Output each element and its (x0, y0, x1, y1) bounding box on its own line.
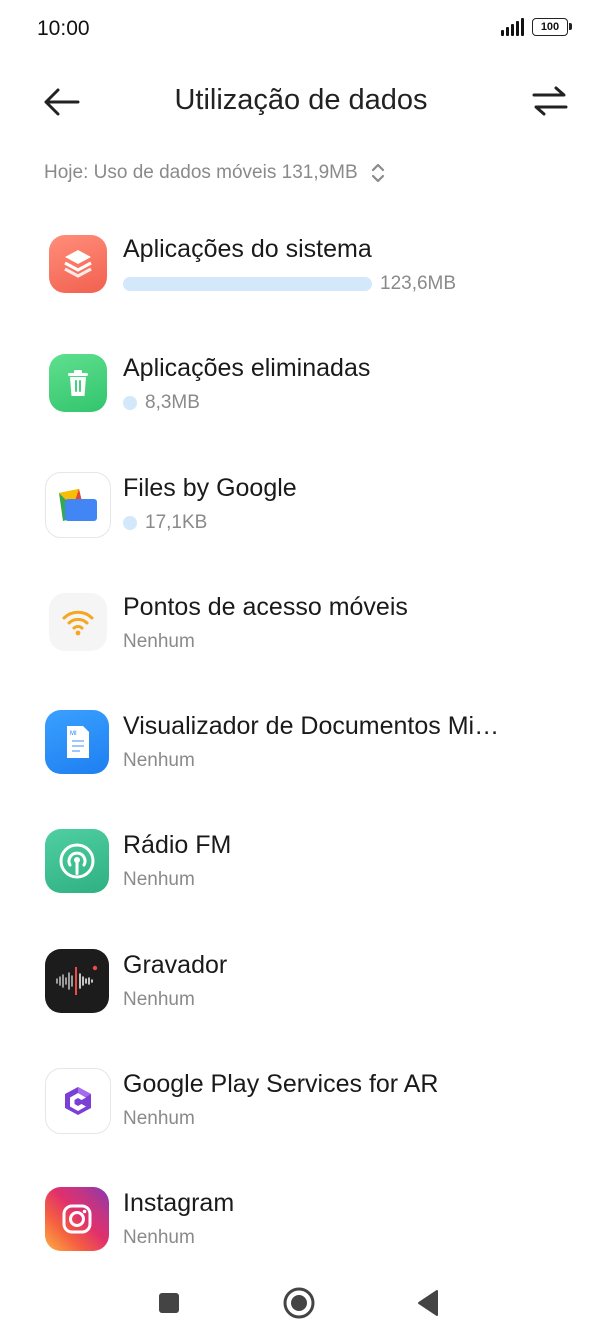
usage-value: 123,6MB (380, 273, 457, 294)
app-usage: Nenhum (123, 869, 195, 891)
fm-radio-icon (45, 829, 109, 894)
recorder-icon (45, 948, 109, 1013)
swap-arrows-icon (532, 86, 568, 116)
battery-icon: 100 (532, 18, 572, 36)
list-item[interactable]: Gravador Nenhum (0, 931, 602, 1050)
page-title: Utilização de dados (174, 84, 428, 116)
navigation-bar (0, 1265, 602, 1335)
usage-value: Nenhum (123, 869, 195, 891)
usage-value: Nenhum (123, 750, 195, 772)
app-name: Aplicações do sistema (123, 235, 372, 263)
usage-value: Nenhum (123, 630, 195, 652)
usage-value: Nenhum (123, 1227, 195, 1249)
app-usage: Nenhum (123, 750, 195, 772)
app-usage: Nenhum (123, 631, 195, 653)
app-usage: Nenhum (123, 989, 195, 1011)
app-name: Aplicações eliminadas (123, 354, 371, 383)
list-item[interactable]: Aplicações do sistema 123,6MB (0, 215, 602, 334)
app-usage: 123,6MB (123, 273, 456, 295)
trash-icon (49, 354, 107, 413)
app-usage: 17,1KB (123, 512, 207, 534)
app-name: Gravador (123, 950, 228, 979)
home-button[interactable] (279, 1283, 319, 1323)
app-name: Visualizador de Documentos Mi… (123, 712, 500, 741)
usage-value: 17,1KB (145, 511, 208, 533)
signal-icon (501, 18, 524, 36)
status-time: 10:00 (37, 17, 90, 40)
app-usage: Nenhum (123, 1227, 195, 1249)
app-name: Pontos de acesso móveis (123, 592, 408, 621)
usage-bar (123, 396, 137, 411)
wifi-hotspot-icon (49, 592, 107, 651)
list-item[interactable]: Aplicações eliminadas 8,3MB (0, 334, 602, 453)
triangle-back-icon (418, 1290, 438, 1316)
list-item[interactable]: Google Play Services for AR Nenhum (0, 1050, 602, 1169)
status-icons: 100 (501, 18, 572, 36)
svg-text:MI: MI (70, 731, 77, 737)
chevron-up-down-icon (371, 163, 384, 183)
square-icon (159, 1293, 179, 1313)
app-list: Aplicações do sistema 123,6MB Aplicações… (0, 215, 602, 1289)
app-name: Rádio FM (123, 831, 232, 860)
files-by-google-icon (45, 471, 111, 538)
app-name: Files by Google (123, 473, 297, 502)
usage-bar (123, 277, 372, 291)
sort-button[interactable] (528, 80, 572, 124)
app-usage: 8,3MB (123, 392, 200, 414)
data-usage-summary[interactable]: Hoje: Uso de dados móveis 131,9MB (44, 162, 386, 184)
status-bar: 10:00 100 (0, 0, 602, 58)
app-name: Instagram (123, 1189, 235, 1218)
app-usage: Nenhum (123, 1108, 195, 1130)
arcore-icon (45, 1068, 111, 1135)
usage-value: Nenhum (123, 988, 195, 1010)
summary-text: Hoje: Uso de dados móveis 131,9MB (44, 162, 358, 183)
recents-button[interactable] (149, 1283, 189, 1323)
list-item[interactable]: Files by Google 17,1KB (0, 454, 602, 573)
list-item[interactable]: Pontos de acesso móveis Nenhum (0, 573, 602, 692)
back-nav-button[interactable] (408, 1283, 448, 1323)
app-name: Google Play Services for AR (123, 1070, 439, 1099)
usage-value: 8,3MB (145, 392, 200, 414)
document-viewer-icon: MI (45, 710, 109, 775)
list-item[interactable]: MI Visualizador de Documentos Mi… Nenhum (0, 692, 602, 811)
circle-home-icon (283, 1287, 315, 1319)
header: Utilização de dados (0, 70, 602, 134)
system-apps-icon (49, 235, 107, 293)
list-item[interactable]: Rádio FM Nenhum (0, 811, 602, 930)
usage-bar (123, 515, 137, 530)
usage-value: Nenhum (123, 1108, 195, 1130)
instagram-icon (45, 1187, 109, 1252)
